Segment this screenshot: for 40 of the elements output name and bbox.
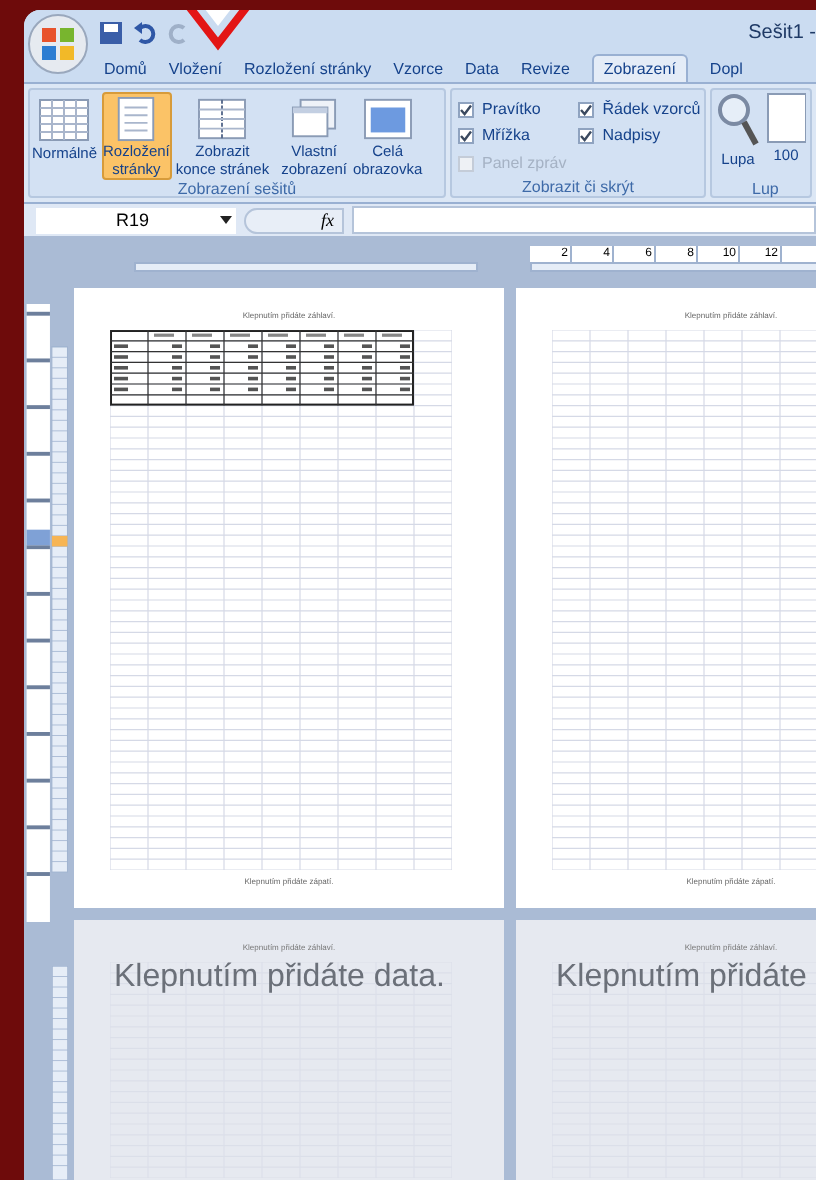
dropdown-caret-icon[interactable]: [220, 216, 232, 224]
save-icon[interactable]: [100, 21, 122, 43]
add-data-prompt[interactable]: Klepnutím přidáte: [556, 958, 807, 998]
office-logo-icon: [40, 26, 76, 62]
checkbox[interactable]: [578, 101, 595, 117]
formula-input[interactable]: [352, 206, 816, 234]
page-break-icon: [196, 96, 249, 142]
check-icon: [580, 130, 593, 143]
checkbox-option[interactable]: Pravítko: [458, 96, 567, 122]
group-label: Zobrazení sešitů: [175, 180, 299, 198]
magnifier-icon: [716, 92, 760, 148]
name-box[interactable]: R19: [36, 207, 236, 233]
insert-function-button[interactable]: fx: [321, 211, 334, 229]
group-label: Zobrazit či skrýt: [519, 178, 636, 196]
page-icon: [766, 92, 806, 144]
fullscreen-icon: [361, 96, 414, 142]
check-icon: [580, 103, 593, 115]
add-data-prompt[interactable]: Klepnutím přidáte data.: [114, 958, 445, 998]
checkbox-option[interactable]: Řádek vzorců: [578, 96, 701, 122]
ribbon-tab[interactable]: Data: [465, 56, 499, 82]
undo-icon[interactable]: [134, 21, 156, 43]
ribbon-tab[interactable]: Dopl: [709, 56, 743, 82]
checkbox[interactable]: [458, 128, 474, 145]
office-button[interactable]: [28, 14, 88, 74]
ribbon-tab[interactable]: Vzorce: [393, 56, 444, 82]
ribbon-tab[interactable]: Vložení: [168, 56, 223, 82]
ribbon-tab[interactable]: Zobrazení: [591, 54, 688, 82]
window-title: Sešit1 -: [748, 19, 816, 47]
checkbox-option[interactable]: Mřížka: [458, 123, 567, 150]
ribbon-tab[interactable]: Revize: [520, 56, 570, 82]
windows-icon: [288, 96, 341, 142]
checkbox-option[interactable]: Nadpisy: [578, 123, 701, 150]
ribbon-tab[interactable]: Domů: [104, 56, 147, 82]
checkbox[interactable]: [578, 128, 595, 145]
group-label: Lup: [752, 180, 779, 198]
check-icon: [460, 103, 472, 115]
ribbon-tab[interactable]: Rozložení stránky: [244, 56, 372, 82]
checkbox[interactable]: [458, 101, 474, 117]
grid-icon: [38, 96, 91, 144]
check-icon: [460, 130, 472, 143]
